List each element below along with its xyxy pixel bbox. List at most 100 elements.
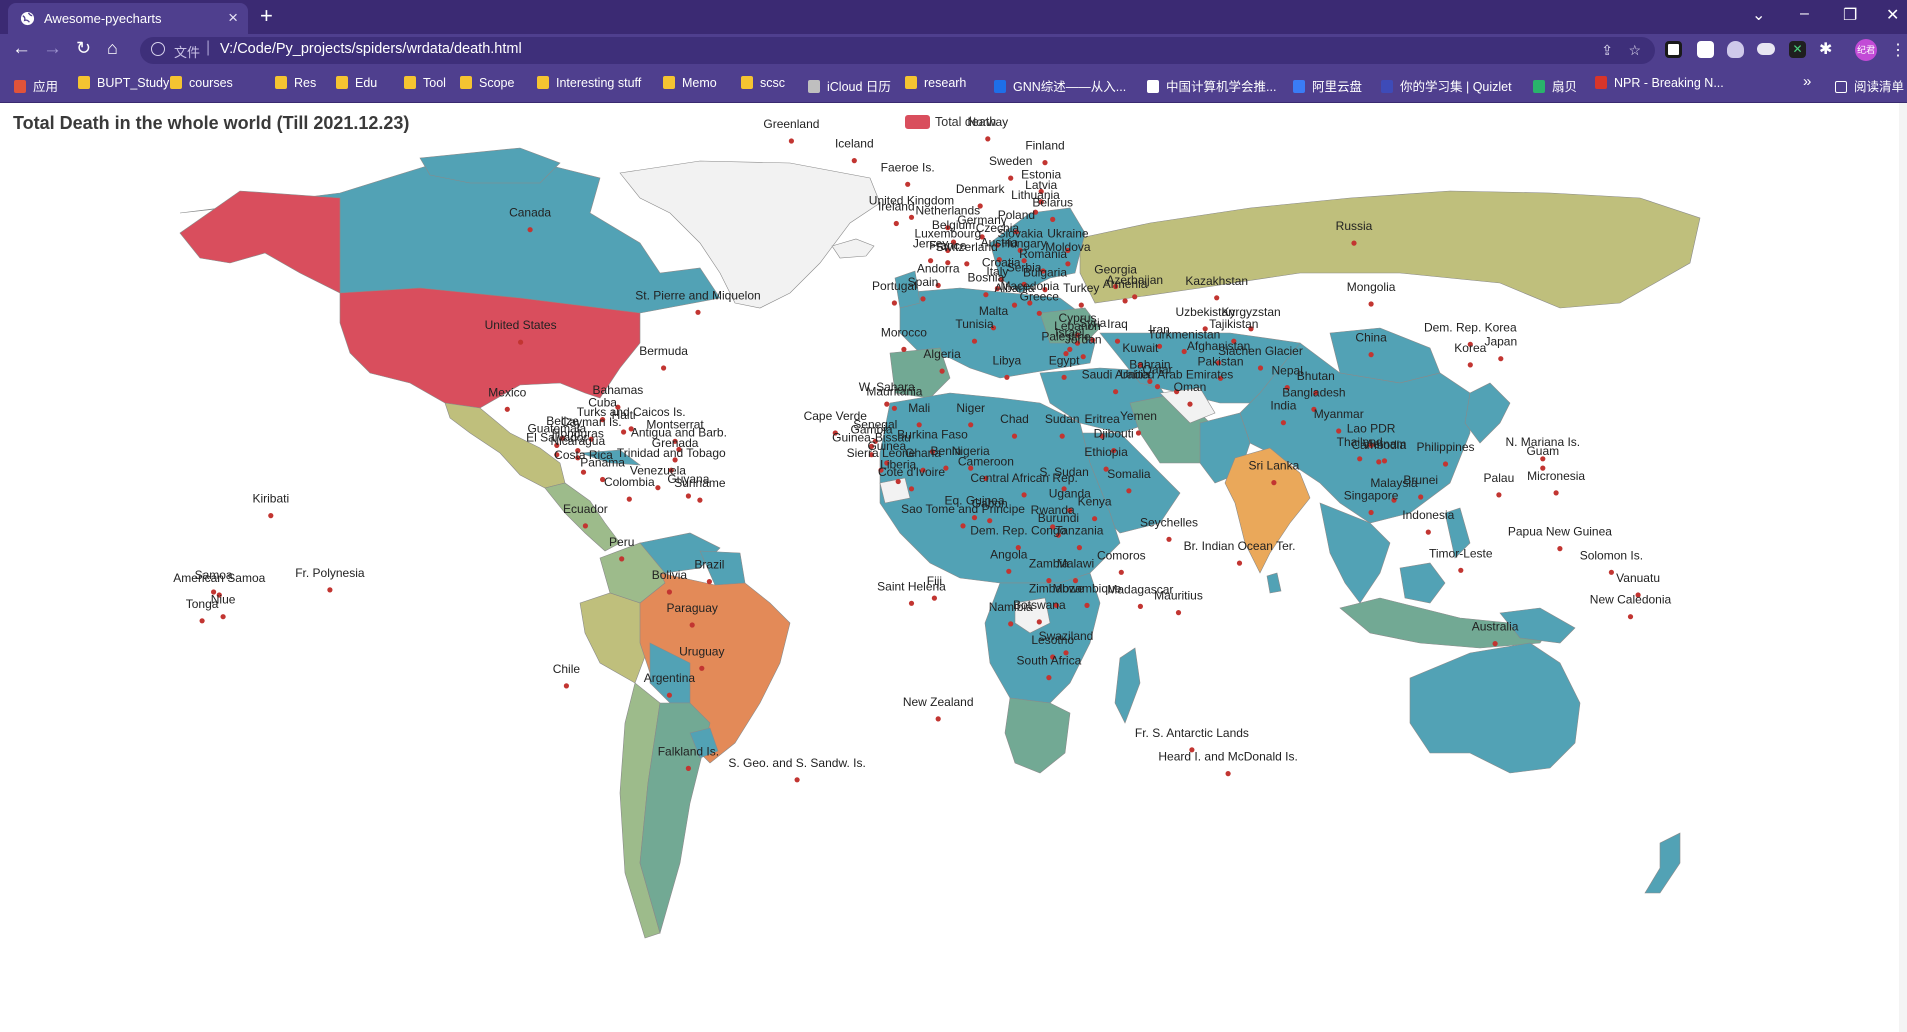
bookmark-item[interactable]: Edu bbox=[336, 76, 377, 90]
country-point[interactable] bbox=[220, 614, 226, 620]
country-point[interactable] bbox=[1351, 240, 1357, 246]
region-madagascar[interactable] bbox=[1114, 647, 1141, 724]
bookmark-item[interactable]: NPR - Breaking N... bbox=[1595, 76, 1724, 90]
country-point[interactable] bbox=[685, 765, 692, 772]
region-new-zealand[interactable] bbox=[1644, 832, 1681, 894]
star-icon[interactable]: ☆ bbox=[1628, 42, 1641, 59]
bookmark-item[interactable]: Interesting stuff bbox=[537, 76, 641, 90]
share-icon[interactable]: ⇪ bbox=[1601, 42, 1613, 59]
country-point[interactable] bbox=[905, 181, 911, 187]
country-point[interactable] bbox=[1118, 569, 1124, 575]
country-point[interactable] bbox=[983, 292, 989, 298]
country-point[interactable] bbox=[504, 406, 510, 412]
country-point[interactable] bbox=[1126, 488, 1132, 494]
country-point[interactable] bbox=[1357, 456, 1363, 462]
back-icon[interactable]: ← bbox=[12, 38, 31, 60]
country-point[interactable] bbox=[582, 523, 589, 529]
country-point[interactable] bbox=[1467, 362, 1473, 368]
country-point[interactable] bbox=[1050, 216, 1056, 222]
bookmark-item[interactable]: BUPT_Study bbox=[78, 76, 169, 90]
country-point[interactable] bbox=[706, 579, 713, 585]
country-point[interactable] bbox=[908, 486, 915, 492]
bookmark-item[interactable]: GNN综述——从入... bbox=[994, 76, 1126, 95]
reload-icon[interactable]: ↻ bbox=[76, 38, 91, 59]
country-point[interactable] bbox=[1008, 621, 1014, 627]
country-point[interactable] bbox=[985, 136, 991, 142]
country-point[interactable] bbox=[1122, 298, 1128, 304]
cloud-icon[interactable] bbox=[1757, 43, 1775, 55]
country-point[interactable] bbox=[689, 622, 695, 628]
country-point[interactable] bbox=[884, 401, 890, 407]
country-point[interactable] bbox=[1381, 458, 1388, 464]
country-point[interactable] bbox=[1425, 529, 1431, 535]
bookmark-item[interactable]: 扇贝 bbox=[1533, 76, 1577, 95]
country-point[interactable] bbox=[655, 485, 661, 491]
bookmark-item[interactable]: iCloud 日历 bbox=[808, 76, 891, 95]
extension-icon-1[interactable] bbox=[1665, 41, 1682, 58]
bookmark-item[interactable]: courses bbox=[170, 76, 233, 90]
country-point[interactable] bbox=[1042, 160, 1048, 166]
country-point[interactable] bbox=[1492, 641, 1498, 647]
country-point[interactable] bbox=[327, 587, 333, 593]
avatar[interactable]: 纪君 bbox=[1855, 39, 1877, 61]
country-point[interactable] bbox=[1496, 492, 1502, 498]
country-point[interactable] bbox=[964, 261, 970, 267]
country-point[interactable] bbox=[695, 309, 701, 315]
country-point[interactable] bbox=[1036, 310, 1042, 316]
country-point[interactable] bbox=[666, 589, 673, 595]
country-point[interactable] bbox=[1376, 459, 1382, 465]
country-point[interactable] bbox=[661, 365, 667, 371]
country-point[interactable] bbox=[788, 138, 795, 144]
country-point[interactable] bbox=[666, 692, 673, 698]
country-point[interactable] bbox=[893, 220, 899, 227]
address-bar[interactable]: 文件 | V:/Code/Py_projects/spiders/wrdata/… bbox=[140, 37, 1655, 64]
country-point[interactable] bbox=[1271, 480, 1277, 486]
country-point[interactable] bbox=[901, 346, 907, 352]
country-point[interactable] bbox=[1011, 433, 1018, 439]
region-peru[interactable] bbox=[579, 592, 651, 684]
country-point[interactable] bbox=[1553, 490, 1559, 496]
region-iceland[interactable] bbox=[831, 238, 875, 259]
bookmark-item[interactable]: 阿里云盘 bbox=[1293, 76, 1362, 95]
bookmark-item[interactable]: 应用 bbox=[14, 76, 58, 95]
region-sri-lanka[interactable] bbox=[1266, 572, 1282, 594]
country-point[interactable] bbox=[1114, 338, 1121, 344]
reading-list-button[interactable]: 阅读清单 bbox=[1835, 76, 1904, 95]
country-point[interactable] bbox=[1011, 302, 1018, 308]
region-alaska[interactable] bbox=[179, 190, 341, 294]
country-point[interactable] bbox=[697, 497, 703, 503]
country-point[interactable] bbox=[685, 493, 692, 499]
country-point[interactable] bbox=[621, 429, 627, 435]
country-point[interactable] bbox=[1236, 560, 1243, 566]
puzzle-icon[interactable]: ✱ bbox=[1819, 41, 1836, 58]
country-point[interactable] bbox=[968, 422, 974, 428]
country-point[interactable] bbox=[908, 600, 915, 606]
country-point[interactable] bbox=[1080, 354, 1086, 360]
bookmark-item[interactable]: Scope bbox=[460, 76, 514, 90]
country-point[interactable] bbox=[1175, 610, 1182, 616]
country-point[interactable] bbox=[1021, 492, 1027, 498]
country-point[interactable] bbox=[1006, 568, 1012, 574]
country-point[interactable] bbox=[1368, 509, 1374, 516]
country-point[interactable] bbox=[1336, 428, 1342, 434]
country-point[interactable] bbox=[1280, 420, 1286, 426]
country-point[interactable] bbox=[1225, 771, 1231, 777]
pocket-icon[interactable] bbox=[1727, 41, 1744, 58]
bookmark-item[interactable]: Memo bbox=[663, 76, 717, 90]
bookmark-item[interactable]: 中国计算机学会推... bbox=[1147, 76, 1276, 95]
country-point[interactable] bbox=[1458, 567, 1464, 573]
country-point[interactable] bbox=[971, 338, 978, 344]
country-point[interactable] bbox=[1008, 175, 1014, 181]
restore-icon[interactable]: ❐ bbox=[1843, 5, 1857, 25]
country-point[interactable] bbox=[619, 556, 625, 562]
country-point[interactable] bbox=[1046, 675, 1052, 681]
country-point[interactable] bbox=[1154, 384, 1161, 390]
info-icon[interactable] bbox=[151, 42, 165, 56]
region-australia[interactable] bbox=[1409, 642, 1581, 774]
country-point[interactable] bbox=[1067, 346, 1073, 352]
country-point[interactable] bbox=[563, 683, 570, 689]
country-point[interactable] bbox=[580, 469, 587, 475]
country-point[interactable] bbox=[935, 716, 941, 722]
home-icon[interactable]: ⌂ bbox=[107, 38, 118, 59]
country-point[interactable] bbox=[199, 618, 205, 624]
